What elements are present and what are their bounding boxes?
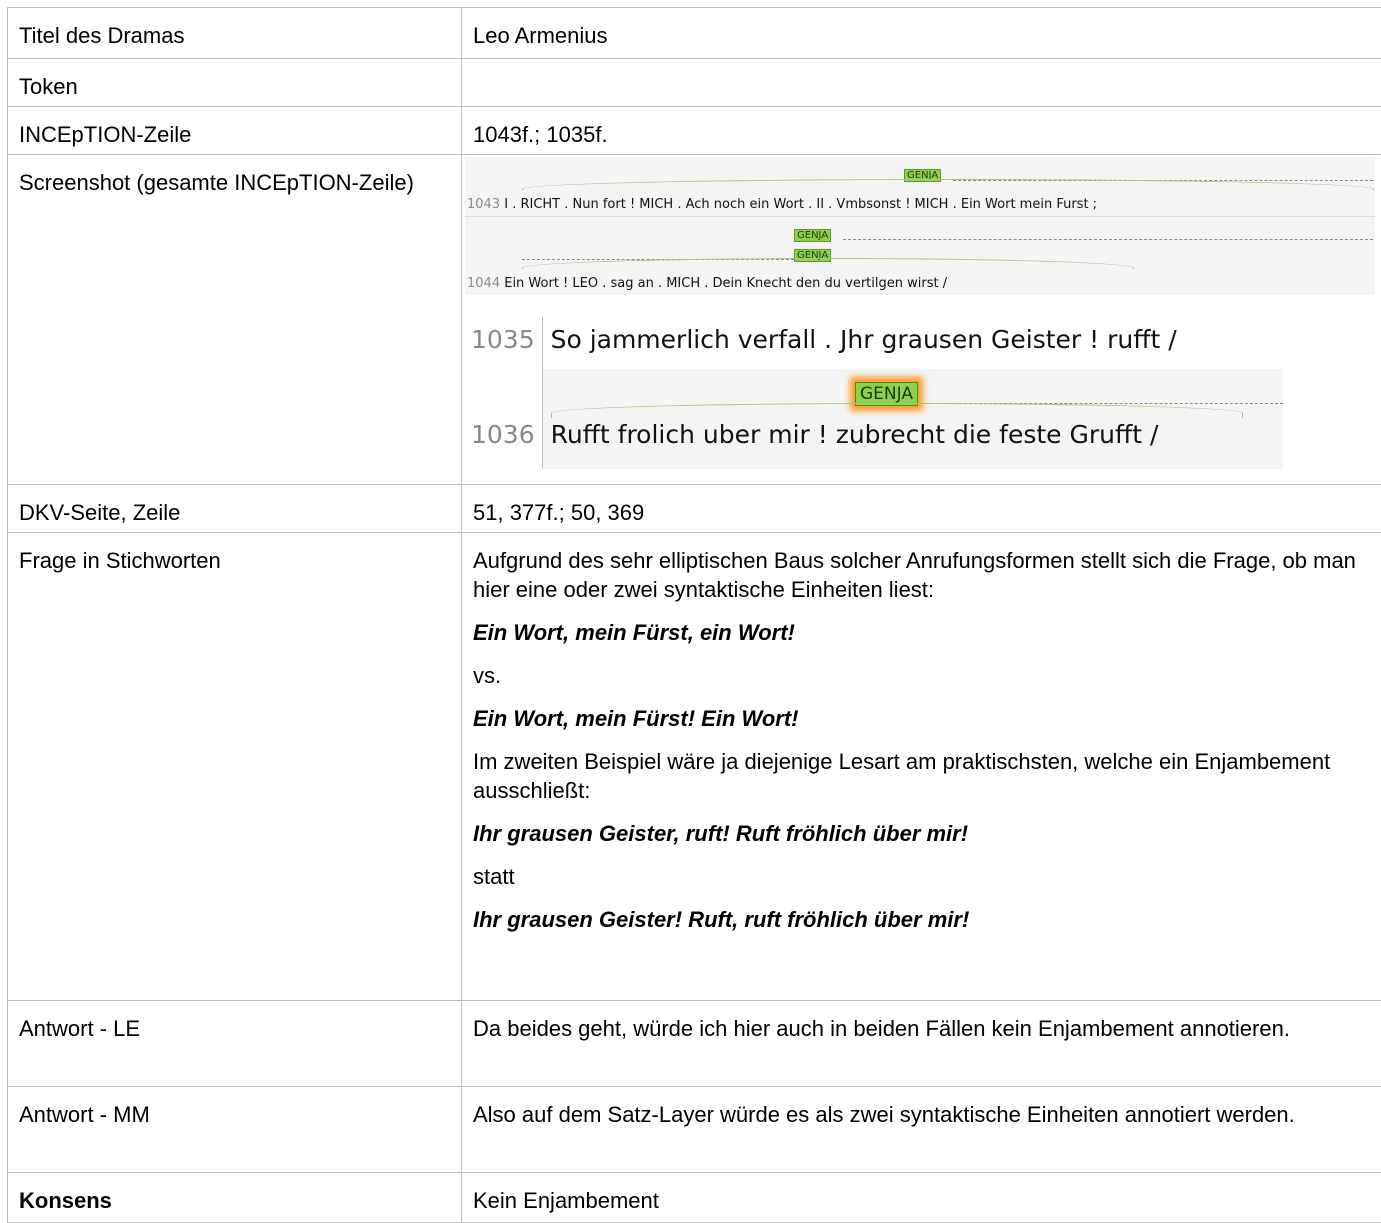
annotation-arc	[551, 403, 1243, 418]
label-titel: Titel des Dramas	[8, 8, 462, 59]
frage-example-2: Ein Wort, mein Fürst! Ein Wort!	[473, 704, 1381, 733]
line-text: Rufft frolich uber mir ! zubrecht die fe…	[551, 420, 1159, 449]
label-dkv: DKV-Seite, Zeile	[8, 485, 462, 533]
line-number: 1035	[471, 325, 535, 354]
row-antwort-le: Antwort - LE Da beides geht, würde ich h…	[8, 1001, 1381, 1087]
line-1044: 1044 Ein Wort ! LEO . sag an . MICH . De…	[467, 269, 947, 298]
line-text: Ein Wort ! LEO . sag an . MICH . Dein Kn…	[504, 276, 947, 291]
label-antwort-mm: Antwort - MM	[8, 1087, 462, 1173]
row-dkv: DKV-Seite, Zeile 51, 377f.; 50, 369	[8, 485, 1381, 533]
line-number: 1036	[471, 420, 535, 449]
line-1043: 1043 I . RICHT . Nun fort ! MICH . Ach n…	[467, 190, 1097, 219]
frage-paragraph-2: Im zweiten Beispiel wäre ja diejenige Le…	[473, 747, 1381, 805]
row-titel: Titel des Dramas Leo Armenius	[8, 8, 1381, 59]
frage-example-3: Ihr grausen Geister, ruft! Ruft fröhlich…	[473, 819, 1381, 848]
value-antwort-le: Da beides geht, würde ich hier auch in b…	[462, 1001, 1381, 1087]
annotation-table: Titel des Dramas Leo Armenius Token INCE…	[7, 7, 1381, 1223]
label-token: Token	[8, 59, 462, 107]
value-frage: Aufgrund des sehr elliptischen Baus solc…	[462, 533, 1381, 1001]
row-antwort-mm: Antwort - MM Also auf dem Satz-Layer wür…	[8, 1087, 1381, 1173]
value-dkv: 51, 377f.; 50, 369	[462, 485, 1381, 533]
line-number: 1043	[467, 197, 500, 212]
frage-paragraph-1: Aufgrund des sehr elliptischen Baus solc…	[473, 546, 1381, 604]
value-inception-zeile: 1043f.; 1035f.	[462, 107, 1381, 155]
genja-tag-2[interactable]: GENJA	[794, 229, 831, 242]
label-konsens: Konsens	[8, 1173, 462, 1223]
row-token: Token	[8, 59, 1381, 107]
value-titel: Leo Armenius	[462, 8, 1381, 59]
inception-screenshot: GENJA 1043 I . RICHT . Nun fort ! MICH .…	[465, 157, 1375, 469]
label-inception-zeile: INCEpTION-Zeile	[8, 107, 462, 155]
label-antwort-le: Antwort - LE	[8, 1001, 462, 1087]
label-frage: Frage in Stichworten	[8, 533, 462, 1001]
line-text: So jammerlich verfall . Jhr grausen Geis…	[551, 325, 1177, 354]
row-konsens: Konsens Kein Enjambement	[8, 1173, 1381, 1223]
line-1035: 1035 So jammerlich verfall . Jhr grausen…	[471, 325, 1177, 354]
line-divider	[465, 216, 1375, 217]
frage-example-4: Ihr grausen Geister! Ruft, ruft fröhlich…	[473, 905, 1381, 934]
value-antwort-mm: Also auf dem Satz-Layer würde es als zwe…	[462, 1087, 1381, 1173]
value-screenshot: GENJA 1043 I . RICHT . Nun fort ! MICH .…	[462, 155, 1381, 485]
line-number: 1044	[467, 276, 500, 291]
annotation-span-line	[843, 239, 1373, 240]
row-inception-zeile: INCEpTION-Zeile 1043f.; 1035f.	[8, 107, 1381, 155]
label-screenshot: Screenshot (gesamte INCEpTION-Zeile)	[8, 155, 462, 485]
row-frage: Frage in Stichworten Aufgrund des sehr e…	[8, 533, 1381, 1001]
frage-statt: statt	[473, 862, 1381, 891]
value-token	[462, 59, 1381, 107]
line-text: I . RICHT . Nun fort ! MICH . Ach noch e…	[504, 197, 1097, 212]
frage-example-1: Ein Wort, mein Fürst, ein Wort!	[473, 618, 1381, 647]
frage-vs: vs.	[473, 661, 1381, 690]
value-konsens: Kein Enjambement	[462, 1173, 1381, 1223]
line-1036: 1036 Rufft frolich uber mir ! zubrecht d…	[471, 420, 1158, 449]
row-screenshot: Screenshot (gesamte INCEpTION-Zeile) GEN…	[8, 155, 1381, 485]
